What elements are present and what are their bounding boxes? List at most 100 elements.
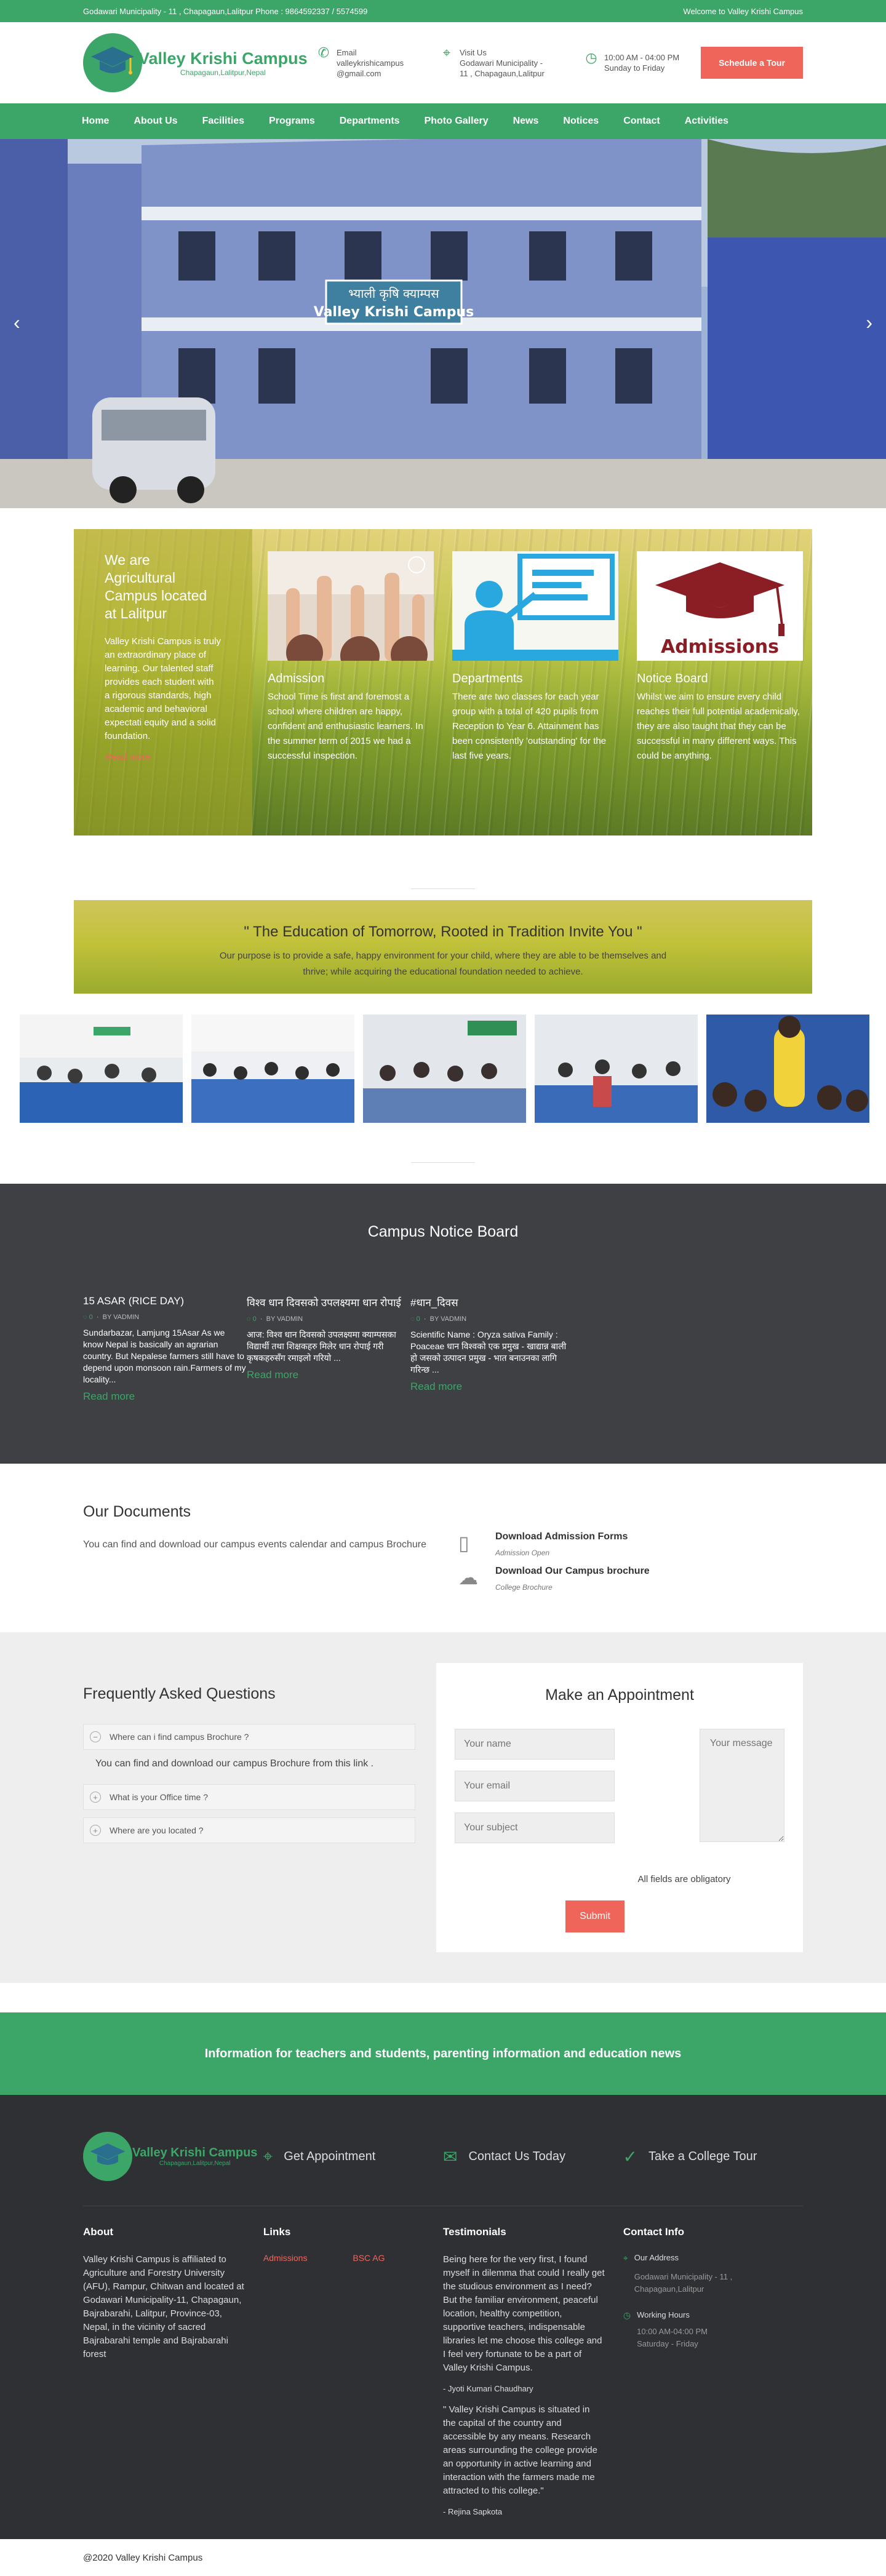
doc-subtitle: Admission Open [495,1549,550,1557]
notice-read-more-link[interactable]: Read more [83,1390,247,1403]
header: Valley Krishi Campus Chapagaun,Lalitpur,… [0,22,886,103]
nav-notices[interactable]: Notices [563,116,599,127]
logo-tagline: Chapagaun,Lalitpur,Nepal [180,68,266,77]
admission-text: School Time is first and foremost a scho… [268,692,423,761]
college-tour-link[interactable]: ✓ Take a College Tour [623,2147,804,2167]
gallery-photo[interactable] [363,1015,526,1123]
documents-text: You can find and download our campus eve… [83,1539,426,1550]
submit-button[interactable]: Submit [565,1900,625,1932]
top-bar: Godawari Municipality - 11 , Chapagaun,L… [0,0,886,22]
sign-nepali: भ्याली कृषि क्याम्पस [348,286,439,301]
intro-text: Valley Krishi Campus is truly an extraor… [105,636,221,741]
visit-label: Visit Us [460,47,487,57]
notice-board-card: Admissions Notice Board Whilst we aim to… [637,551,803,764]
phone-icon: ✆ [317,44,330,60]
footer-logo-tagline: Chapagaun,Lalitpur,Nepal [159,2160,231,2167]
name-input[interactable] [455,1729,615,1760]
mobile-icon: ▯ [458,1532,469,1554]
slider-next-arrow-icon[interactable]: › [866,311,872,334]
copyright: @2020 Valley Krishi Campus [0,2539,886,2576]
footer-links: Links Admissions BSC AG [263,2226,443,2526]
notice-author: BY VADMIN [266,1315,303,1323]
get-appointment-link[interactable]: ⌖ Get Appointment [263,2147,444,2167]
notice-read-more-link[interactable]: Read more [247,1369,410,1381]
admission-forms-download[interactable]: ▯ Download Admission Forms Admission Open [458,1531,650,1557]
departments-card: Departments There are two classes for ea… [452,551,618,764]
days-text: Saturday - Friday [637,2339,698,2348]
header-email: ✆ Email valleykrishicampus@gmail.com [317,44,440,79]
cloud-icon: ☁ [458,1566,478,1589]
hours-value: 10:00 AM - 04:00 PM [604,53,680,62]
map-pin-icon: ⌖ [442,44,451,60]
photo-gallery [20,1015,886,1123]
footer-logo[interactable]: Valley Krishi Campus Chapagaun,Lalitpur,N… [83,2132,263,2181]
address-heading: Our Address [634,2253,679,2262]
doc-title[interactable]: Download Admission Forms [495,1531,628,1542]
nav-programs[interactable]: Programs [269,116,315,127]
contact-heading: Contact Info [623,2226,685,2238]
gallery-photo[interactable] [535,1015,698,1123]
faq-question[interactable]: + What is your Office time ? [83,1784,415,1810]
notice-item: विश्व धान दिवसको उपलक्ष्यमा धान रोपाई ◌ … [247,1295,410,1403]
appointment-title: Make an Appointment [545,1686,694,1704]
faq-question[interactable]: + Where are you located ? [83,1817,415,1843]
notice-read-more-link[interactable]: Read more [410,1381,574,1393]
faq-question[interactable]: − Where can i find campus Brochure ? [83,1724,415,1750]
logo[interactable]: Valley Krishi Campus Chapagaun,Lalitpur,… [83,33,317,92]
intro-title: We are Agricultural Campus located at La… [105,552,207,621]
faq: Frequently Asked Questions − Where can i … [83,1663,415,1983]
notice-item-title[interactable]: विश्व धान दिवसको उपलक्ष्यमा धान रोपाई [247,1295,410,1309]
nav-news[interactable]: News [513,116,539,127]
departments-text: There are two classes for each year grou… [452,692,607,761]
notice-author: BY VADMIN [429,1315,467,1323]
footer-about-text: Valley Krishi Campus is affiliated to Ag… [83,2254,244,2359]
comment-count: 0 [416,1315,420,1323]
footer-link-admissions[interactable]: Admissions [263,2253,308,2263]
sign-english: Valley Krishi Campus [314,305,474,320]
admissions-cap-image: Admissions [637,551,803,661]
hours-text: 10:00 AM-04:00 PM [637,2327,708,2336]
intro-read-more-link[interactable]: Read more [105,752,222,762]
slider-prev-arrow-icon[interactable]: ‹ [14,311,20,334]
gallery-photo[interactable] [191,1015,354,1123]
nav-departments[interactable]: Departments [340,116,400,127]
intro-panel: We are Agricultural Campus located at La… [74,529,252,835]
nav-photo-gallery[interactable]: Photo Gallery [425,116,489,127]
envelope-icon: ✉ [443,2147,458,2166]
documents-section: Our Documents You can find and download … [0,1464,886,1632]
gallery-photo[interactable] [20,1015,183,1123]
notice-item-title[interactable]: 15 ASAR (RICE DAY) [83,1295,247,1307]
hours-heading: Working Hours [637,2310,690,2319]
message-input[interactable] [699,1729,784,1842]
comment-count: 0 [89,1314,93,1321]
schedule-tour-button[interactable]: Schedule a Tour [701,47,803,79]
admission-title: Admission [268,672,325,685]
graduation-cap-logo-icon [83,2132,132,2181]
nav-home[interactable]: Home [82,116,109,127]
location-icon: ⌖ [263,2146,273,2166]
doc-title[interactable]: Download Our Campus brochure [495,1566,650,1576]
comment-icon: ◌ [247,1315,253,1323]
notice-item: #धान_दिवस ◌ 0 · BY VADMIN Scientific Nam… [410,1295,574,1403]
notice-item: 15 ASAR (RICE DAY) ◌ 0 · BY VADMIN Sunda… [83,1295,247,1403]
raised-hands-image [268,551,434,661]
footer-about-heading: About [83,2226,114,2238]
teacher-board-image [452,551,618,661]
footer-link-bsc-ag[interactable]: BSC AG [353,2253,385,2263]
nav-about[interactable]: About Us [134,116,177,127]
email-input[interactable] [455,1771,615,1801]
brochure-download[interactable]: ☁ Download Our Campus brochure College Br… [458,1566,650,1592]
days-value: Sunday to Friday [604,63,665,73]
plus-icon: + [90,1792,101,1803]
email-value[interactable]: valleykrishicampus@gmail.com [337,58,410,79]
nav-contact[interactable]: Contact [623,116,660,127]
departments-title: Departments [452,672,523,685]
nav-facilities[interactable]: Facilities [202,116,244,127]
contact-us-link[interactable]: ✉ Contact Us Today [443,2147,623,2167]
notice-item-title[interactable]: #धान_दिवस [410,1295,574,1309]
gallery-photo[interactable] [706,1015,869,1123]
footer-links-heading: Links [263,2226,291,2238]
subject-input[interactable] [455,1812,615,1843]
nav-activities[interactable]: Activities [685,116,728,127]
minus-icon: − [90,1731,101,1742]
